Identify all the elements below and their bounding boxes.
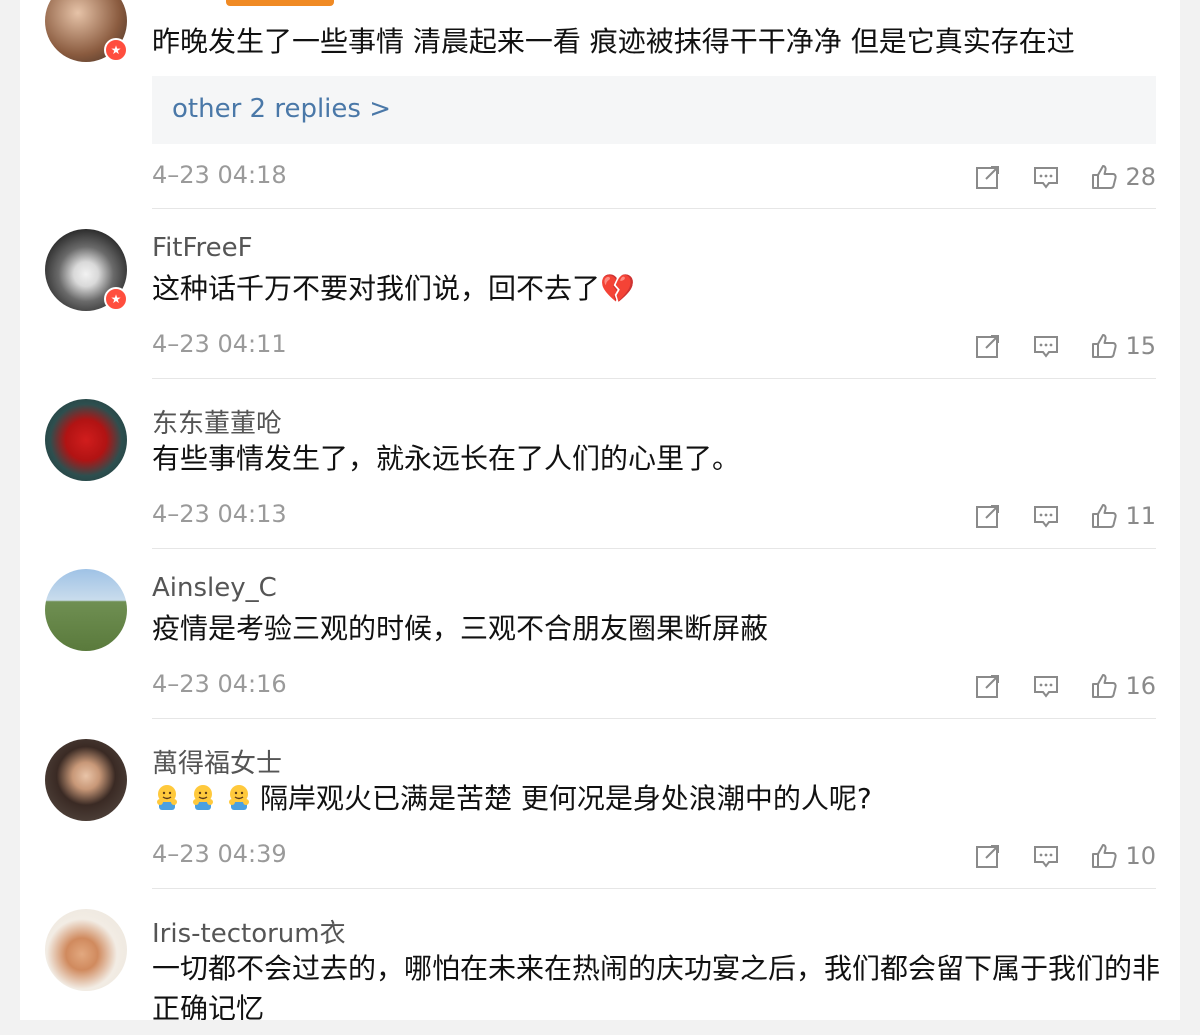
like-count: 28 bbox=[1125, 163, 1156, 191]
comment-list: ★ 昨晚发生了一些事情 清晨起来一看 痕迹被抹得干干净净 但是它真实存在过 ot… bbox=[20, 0, 1180, 1020]
comment-icon[interactable] bbox=[1031, 331, 1061, 361]
username[interactable]: Ainsley_C bbox=[152, 573, 277, 603]
avatar[interactable] bbox=[45, 399, 127, 481]
like-count: 16 bbox=[1125, 672, 1156, 700]
comment-time: 4–23 04:18 bbox=[152, 161, 287, 189]
more-replies-link[interactable]: other 2 replies > bbox=[172, 94, 391, 124]
share-icon[interactable] bbox=[973, 841, 1003, 871]
comment-text: 一切都不会过去的，哪怕在未来在热闹的庆功宴之后，我们都会留下属于我们的非正确记忆 bbox=[152, 952, 1161, 1020]
share-icon[interactable] bbox=[973, 671, 1003, 701]
comment-icon[interactable] bbox=[1031, 841, 1061, 871]
avatar[interactable] bbox=[45, 569, 127, 651]
username[interactable]: Iris-tectorum衣 bbox=[152, 913, 346, 950]
scroll-indicator bbox=[226, 0, 334, 6]
comment-time: 4–23 04:39 bbox=[152, 840, 287, 868]
hug-emoji-icon bbox=[229, 785, 249, 810]
verified-badge-icon: ★ bbox=[104, 38, 128, 62]
username[interactable]: FitFreeF bbox=[152, 233, 253, 263]
divider bbox=[152, 718, 1156, 719]
comment-text-row: 这种话千万不要对我们说，回不去了💔 bbox=[152, 269, 1162, 309]
comment-meta: 4–23 04:16 16 bbox=[152, 666, 1156, 706]
comment-meta: 4–23 04:13 11 bbox=[152, 496, 1156, 536]
comment-meta: 4–23 04:39 10 bbox=[152, 836, 1156, 876]
comment-meta: 4–23 04:18 28 bbox=[152, 157, 1156, 197]
username[interactable]: 萬得福女士 bbox=[152, 743, 282, 780]
thumbs-up-icon[interactable] bbox=[1089, 671, 1119, 701]
thumbs-up-icon[interactable] bbox=[1089, 162, 1119, 192]
comment-text: 隔岸观火已满是苦楚 更何况是身处浪潮中的人呢? bbox=[260, 782, 872, 815]
like-count: 15 bbox=[1125, 332, 1156, 360]
comment-text: 有些事情发生了，就永远长在了人们的心里了。 bbox=[152, 442, 741, 475]
divider bbox=[152, 888, 1156, 889]
comment-icon[interactable] bbox=[1031, 501, 1061, 531]
thumbs-up-icon[interactable] bbox=[1089, 331, 1119, 361]
divider bbox=[152, 378, 1156, 379]
hug-emoji-icon bbox=[157, 785, 177, 810]
share-icon[interactable] bbox=[973, 501, 1003, 531]
comment-time: 4–23 04:11 bbox=[152, 330, 287, 358]
verified-badge-icon: ★ bbox=[104, 287, 128, 311]
comment-text: 昨晚发生了一些事情 清晨起来一看 痕迹被抹得干干净净 但是它真实存在过 bbox=[152, 25, 1075, 58]
divider bbox=[152, 548, 1156, 549]
hug-emoji-icon bbox=[193, 785, 213, 810]
comment-time: 4–23 04:13 bbox=[152, 500, 287, 528]
comment-text: 疫情是考验三观的时候，三观不合朋友圈果断屏蔽 bbox=[152, 612, 769, 645]
username[interactable]: 东东董董呛 bbox=[152, 403, 282, 440]
thumbs-up-icon[interactable] bbox=[1089, 501, 1119, 531]
comment-meta: 4–23 04:11 15 bbox=[152, 326, 1156, 366]
comment-time: 4–23 04:16 bbox=[152, 670, 287, 698]
comment-text-row: 隔岸观火已满是苦楚 更何况是身处浪潮中的人呢? bbox=[152, 779, 1162, 819]
thumbs-up-icon[interactable] bbox=[1089, 841, 1119, 871]
like-count: 10 bbox=[1125, 842, 1156, 870]
comment-icon[interactable] bbox=[1031, 162, 1061, 192]
comment-icon[interactable] bbox=[1031, 671, 1061, 701]
avatar[interactable] bbox=[45, 909, 127, 991]
avatar[interactable] bbox=[45, 739, 127, 821]
divider bbox=[152, 208, 1156, 209]
comment-text: 这种话千万不要对我们说，回不去了 bbox=[152, 272, 601, 305]
share-icon[interactable] bbox=[973, 331, 1003, 361]
broken-heart-emoji: 💔 bbox=[600, 272, 635, 305]
replies-box[interactable]: other 2 replies > bbox=[152, 76, 1156, 144]
share-icon[interactable] bbox=[973, 162, 1003, 192]
like-count: 11 bbox=[1125, 502, 1156, 530]
